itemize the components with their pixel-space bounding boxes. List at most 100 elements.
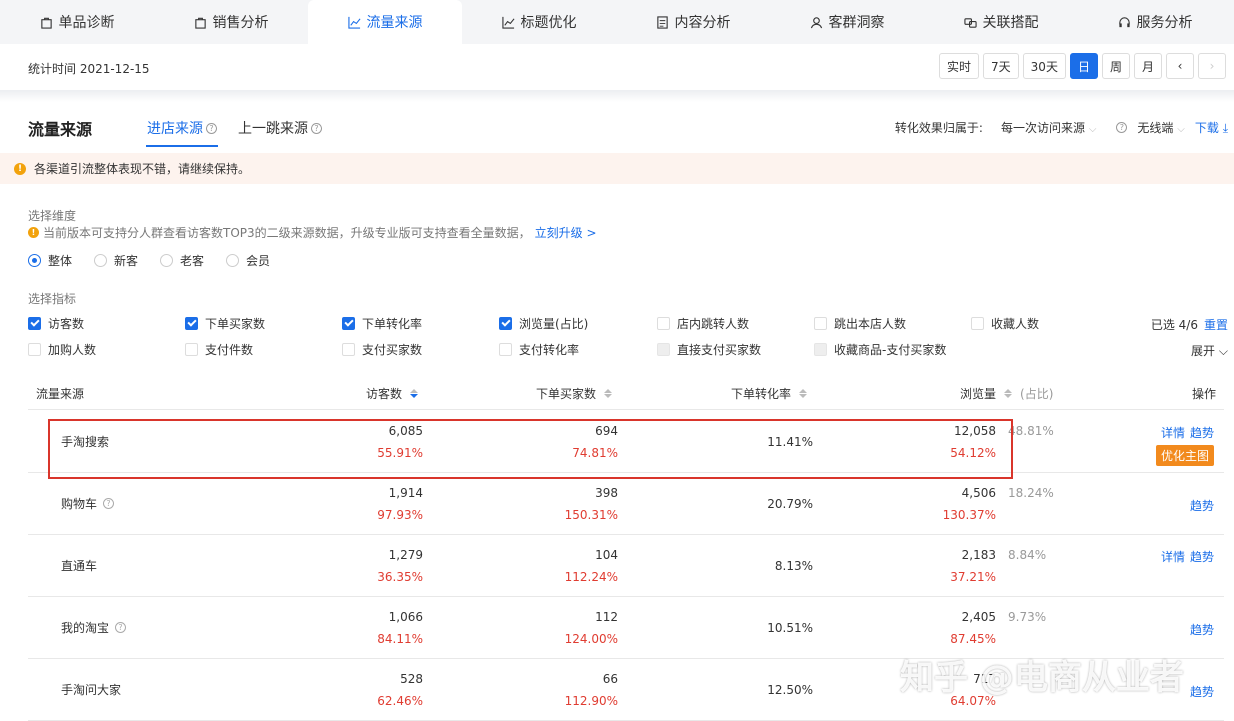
visitors-change: 84.11% xyxy=(377,632,423,646)
trend-link[interactable]: 趋势 xyxy=(1190,424,1214,441)
device-select-value: 无线端 xyxy=(1137,121,1174,135)
date-range-button[interactable]: 7天 xyxy=(983,53,1019,79)
metric-checkbox-9[interactable]: 支付买家数 xyxy=(342,341,422,358)
source-name: 购物车? xyxy=(61,495,115,512)
metric-label: 直接支付买家数 xyxy=(677,343,762,357)
dimension-radio-group: 整体 新客 老客 会员 xyxy=(28,252,270,269)
nav-tab-1[interactable]: 销售分析 xyxy=(154,0,308,44)
checkbox[interactable] xyxy=(499,317,512,330)
question-icon[interactable]: ? xyxy=(1116,122,1128,133)
selected-count: 已选 4/6 重置 xyxy=(1151,316,1228,333)
checkbox[interactable] xyxy=(657,317,670,330)
checkbox[interactable] xyxy=(185,343,198,356)
date-range-button[interactable]: 实时 xyxy=(939,53,980,79)
checkbox[interactable] xyxy=(971,317,984,330)
trend-link[interactable]: 趋势 xyxy=(1190,548,1214,565)
metric-label: 支付转化率 xyxy=(519,343,580,357)
metric-checkbox-7[interactable]: 加购人数 xyxy=(28,341,96,358)
dimension-radio-0[interactable]: 整体 xyxy=(28,252,72,269)
question-icon[interactable]: ? xyxy=(311,122,322,134)
date-range-button[interactable]: 日 xyxy=(1069,53,1098,79)
nav-tab-5[interactable]: 客群洞察 xyxy=(770,0,924,44)
reset-button[interactable]: 重置 xyxy=(1204,316,1228,333)
header-conversion-label: 下单转化率 xyxy=(731,387,792,401)
metric-checkbox-1[interactable]: 下单买家数 xyxy=(185,315,265,332)
nav-tab-3[interactable]: 标题优化 xyxy=(462,0,616,44)
selected-count-text: 已选 4/6 xyxy=(1150,318,1198,332)
metric-checkbox-0[interactable]: 访客数 xyxy=(28,315,84,332)
source-name: 直通车 xyxy=(61,557,97,574)
sort-icon[interactable] xyxy=(1004,389,1013,398)
nav-tab-label: 内容分析 xyxy=(674,15,731,31)
tab-store-entry-source[interactable]: 进店来源 ? xyxy=(147,118,217,138)
dimension-radio-3[interactable]: 会员 xyxy=(226,252,270,269)
detail-link[interactable]: 详情 xyxy=(1161,424,1185,441)
trend-link[interactable]: 趋势 xyxy=(1190,683,1214,700)
date-range-button[interactable]: 30天 xyxy=(1022,53,1066,79)
checkbox[interactable] xyxy=(342,343,355,356)
question-icon[interactable]: ? xyxy=(206,122,217,134)
checkbox[interactable] xyxy=(342,317,355,330)
checkbox[interactable] xyxy=(499,343,512,356)
nav-tab-label: 服务分析 xyxy=(1136,15,1193,31)
checkbox[interactable] xyxy=(814,317,827,330)
download-button[interactable]: 下载 ⤓ xyxy=(1195,119,1228,136)
radio-circle[interactable] xyxy=(94,254,108,267)
expand-button[interactable]: 展开 ⌵ xyxy=(1191,342,1228,359)
question-icon[interactable]: ? xyxy=(103,498,115,509)
pageviews-change: 37.21% xyxy=(950,570,996,584)
trend-link[interactable]: 趋势 xyxy=(1190,621,1214,638)
optimize-main-image-button[interactable]: 优化主图 xyxy=(1155,445,1214,466)
detail-link[interactable]: 详情 xyxy=(1161,548,1185,565)
header-buyers[interactable]: 下单买家数 xyxy=(536,385,613,402)
header-pageviews-label: 浏览量 xyxy=(960,387,997,401)
sort-icon[interactable] xyxy=(410,389,419,398)
sort-icon[interactable] xyxy=(604,389,613,398)
header-pageviews[interactable]: 浏览量 (占比) xyxy=(960,385,1053,402)
metric-checkbox-10[interactable]: 支付转化率 xyxy=(499,341,579,358)
header-visitors[interactable]: 访客数 xyxy=(366,385,419,402)
radio-circle[interactable] xyxy=(160,254,174,267)
nav-tab-4[interactable]: 内容分析 xyxy=(616,0,770,44)
buyers-change: 150.31% xyxy=(564,508,618,522)
nav-tab-2[interactable]: 流量来源 xyxy=(308,0,462,44)
checkbox[interactable] xyxy=(28,343,41,356)
dimension-radio-2[interactable]: 老客 xyxy=(160,252,204,269)
trend-link[interactable]: 趋势 xyxy=(1190,497,1214,514)
metric-checkbox-4[interactable]: 店内跳转人数 xyxy=(657,315,749,332)
header-visitors-label: 访客数 xyxy=(366,387,403,401)
sort-icon[interactable] xyxy=(799,389,808,398)
nav-tab-0[interactable]: 单品诊断 xyxy=(0,0,154,44)
next-date-button[interactable]: › xyxy=(1198,53,1226,79)
nav-tab-label: 标题优化 xyxy=(520,15,577,31)
checkbox[interactable] xyxy=(28,317,41,330)
checkbox[interactable] xyxy=(185,317,198,330)
metric-label: 收藏商品-支付买家数 xyxy=(834,343,947,357)
metric-checkbox-2[interactable]: 下单转化率 xyxy=(342,315,422,332)
visitors-change: 62.46% xyxy=(377,694,423,708)
dimension-radio-1[interactable]: 新客 xyxy=(94,252,138,269)
metric-checkbox-6[interactable]: 收藏人数 xyxy=(971,315,1039,332)
upgrade-link[interactable]: 立刻升级 > xyxy=(535,224,597,241)
radio-circle[interactable] xyxy=(226,254,240,267)
nav-tab-7[interactable]: 服务分析 xyxy=(1078,0,1232,44)
date-range-button[interactable]: 周 xyxy=(1101,53,1130,79)
nav-tab-6[interactable]: 关联搭配 xyxy=(924,0,1078,44)
dimension-label: 选择维度 xyxy=(28,209,77,223)
conversion-select[interactable]: 每一次访问来源 ⌵ xyxy=(1001,119,1096,136)
date-range-button[interactable]: 月 xyxy=(1133,53,1162,79)
metric-checkbox-8[interactable]: 支付件数 xyxy=(185,341,253,358)
device-select[interactable]: 无线端 ⌵ xyxy=(1137,119,1184,136)
visitors-value: 528 xyxy=(400,672,423,686)
radio-circle[interactable] xyxy=(28,254,41,267)
metric-checkbox-3[interactable]: 浏览量(占比) xyxy=(499,315,588,332)
prev-date-button[interactable]: ‹ xyxy=(1166,53,1194,79)
metric-label: 访客数 xyxy=(48,317,85,331)
metric-label: 下单买家数 xyxy=(205,317,266,331)
header-conversion[interactable]: 下单转化率 xyxy=(731,385,808,402)
tab-previous-hop-source[interactable]: 上一跳来源 ? xyxy=(238,118,322,138)
metric-checkbox-5[interactable]: 跳出本店人数 xyxy=(814,315,906,332)
row-actions: 详情 趋势优化主图 xyxy=(1155,424,1214,466)
buyers-change: 124.00% xyxy=(564,632,618,646)
question-icon[interactable]: ? xyxy=(115,622,127,633)
